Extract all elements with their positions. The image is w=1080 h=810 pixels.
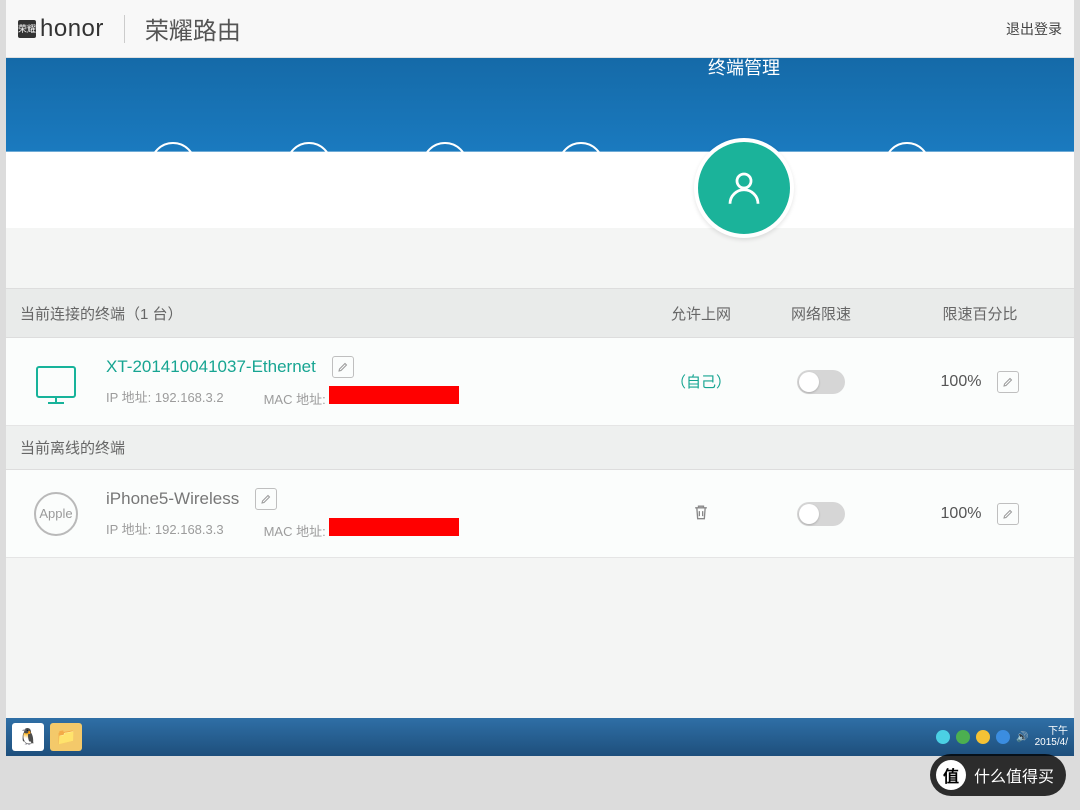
logout-link[interactable]: 退出登录 bbox=[1006, 19, 1062, 39]
nav-wifi[interactable] bbox=[422, 142, 468, 188]
app-window: 荣耀 honor 荣耀路由 退出登录 bbox=[6, 0, 1074, 756]
ip-value: 192.168.3.3 bbox=[155, 522, 224, 537]
col-limit-header: 网络限速 bbox=[756, 303, 886, 324]
mac-redacted bbox=[329, 518, 459, 536]
pencil-icon bbox=[337, 361, 349, 373]
brand-badge: 荣耀 bbox=[18, 20, 36, 38]
wifi-icon bbox=[434, 154, 456, 176]
watermark-badge: 值 bbox=[936, 760, 966, 790]
tray-icon[interactable] bbox=[936, 730, 950, 744]
apple-icon: Apple bbox=[34, 492, 78, 536]
nav-strip: 终端管理 bbox=[6, 58, 1074, 228]
percent-value: 100% bbox=[941, 373, 982, 391]
edit-percent-button[interactable] bbox=[997, 503, 1019, 525]
percent-value: 100% bbox=[941, 505, 982, 523]
delete-device-button[interactable] bbox=[691, 509, 711, 526]
edit-name-button[interactable] bbox=[255, 488, 277, 510]
allow-cell: （自己） bbox=[646, 371, 756, 392]
clock-date: 2015/4/ bbox=[1035, 737, 1068, 748]
nav-internet[interactable] bbox=[286, 142, 332, 188]
device-row-online: XT-201410041037-Ethernet IP 地址: 192.168.… bbox=[6, 338, 1074, 426]
col-allow-header: 允许上网 bbox=[646, 303, 756, 324]
device-list: 当前连接的终端（1 台） 允许上网 网络限速 限速百分比 XT-20141004… bbox=[6, 288, 1074, 558]
page-title: 荣耀路由 bbox=[145, 11, 241, 46]
top-bar: 荣耀 honor 荣耀路由 退出登录 bbox=[6, 0, 1074, 58]
globe-icon bbox=[298, 154, 320, 176]
pencil-icon bbox=[260, 493, 272, 505]
tray-sound-icon[interactable]: 🔊 bbox=[1016, 732, 1028, 743]
col-device-header: 当前连接的终端（1 台） bbox=[6, 303, 646, 324]
brand-text: honor bbox=[40, 15, 104, 43]
nav-active-label: 终端管理 bbox=[708, 54, 780, 80]
nav-smartnet[interactable] bbox=[558, 142, 604, 188]
ip-value: 192.168.3.2 bbox=[155, 390, 224, 405]
col-percent-header: 限速百分比 bbox=[886, 303, 1074, 324]
pencil-icon bbox=[1002, 508, 1014, 520]
clock-time: 下午 bbox=[1035, 726, 1068, 737]
user-icon bbox=[723, 167, 765, 209]
monitor-icon bbox=[36, 366, 76, 398]
taskbar-app-explorer[interactable]: 📁 bbox=[50, 723, 82, 751]
tray-icon[interactable] bbox=[976, 730, 990, 744]
system-tray[interactable]: 🔊 下午 2015/4/ bbox=[936, 726, 1068, 748]
apn-icon bbox=[570, 154, 592, 176]
windows-taskbar[interactable]: 🐧 📁 🔊 下午 2015/4/ bbox=[6, 718, 1074, 756]
speed-limit-toggle[interactable] bbox=[797, 370, 845, 394]
pencil-icon bbox=[1002, 376, 1014, 388]
device-row-offline: Apple iPhone5-Wireless IP 地址: 192.168.3.… bbox=[6, 470, 1074, 558]
ip-label: IP 地址: bbox=[106, 522, 151, 537]
mac-label: MAC 地址: bbox=[264, 392, 326, 407]
tray-icon[interactable] bbox=[996, 730, 1010, 744]
device-name: iPhone5-Wireless bbox=[106, 489, 239, 509]
trash-icon bbox=[691, 502, 711, 522]
speed-limit-toggle[interactable] bbox=[797, 502, 845, 526]
nav-devices[interactable] bbox=[694, 138, 794, 238]
list-header-offline: 当前离线的终端 bbox=[6, 426, 1074, 470]
list-header-connected: 当前连接的终端（1 台） 允许上网 网络限速 限速百分比 bbox=[6, 288, 1074, 338]
mac-redacted bbox=[329, 386, 459, 404]
mac-label: MAC 地址: bbox=[264, 524, 326, 539]
taskbar-app-qq[interactable]: 🐧 bbox=[12, 723, 44, 751]
divider bbox=[124, 15, 125, 43]
edit-name-button[interactable] bbox=[332, 356, 354, 378]
watermark: 值 什么值得买 bbox=[930, 754, 1066, 796]
device-name: XT-201410041037-Ethernet bbox=[106, 357, 316, 377]
nav-home[interactable] bbox=[150, 142, 196, 188]
nav-more[interactable] bbox=[884, 142, 930, 188]
home-icon bbox=[162, 154, 184, 176]
menu-icon bbox=[896, 154, 918, 176]
edit-percent-button[interactable] bbox=[997, 371, 1019, 393]
ip-label: IP 地址: bbox=[106, 390, 151, 405]
watermark-text: 什么值得买 bbox=[974, 763, 1054, 787]
tray-icon[interactable] bbox=[956, 730, 970, 744]
